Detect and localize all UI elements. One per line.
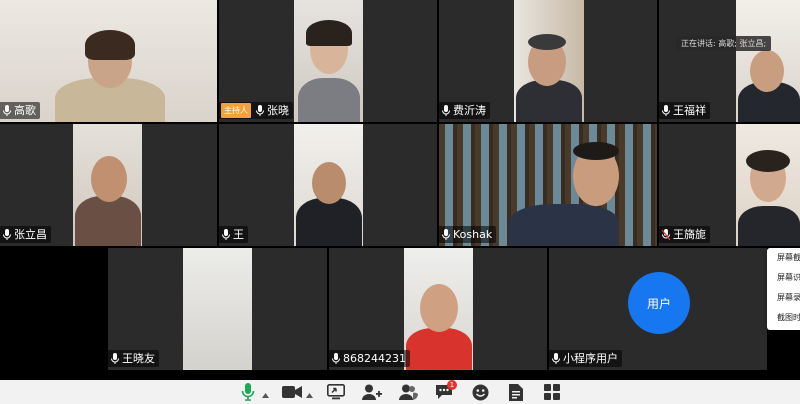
video-tile-868244231[interactable]: 868244231 [329,248,547,370]
participant-label: 主持人 张晓 [219,102,293,119]
participant-name: Koshak [453,228,493,241]
microphone-icon [331,352,341,365]
camera-options-button[interactable] [304,381,314,403]
participant-name: 费沂涛 [453,104,486,117]
document-button[interactable] [505,381,527,403]
video-tile-zhangxiao[interactable]: 主持人 张晓 [219,0,437,122]
menu-item-hide-on-screenshot[interactable]: 截图时隐藏 [767,308,800,328]
meeting-toolbar: 1 [0,380,800,404]
video-tile-gaoge[interactable]: 高歌 [0,0,217,122]
video-tile-wangxiaoyou[interactable]: 王晓友 [108,248,327,370]
participants-button[interactable] [397,381,419,403]
participant-label: 王 [219,226,248,243]
microphone-icon [255,104,265,117]
participant-video [73,124,142,246]
participant-video [294,124,363,246]
participant-name: 王 [233,228,244,241]
participant-label: 张立昌 [0,226,51,243]
speaking-indicator: 正在讲话: 高歌; 张立昌; [676,36,772,51]
participant-label: 王晓友 [108,350,159,367]
caret-up-icon [261,383,269,402]
participant-video [736,0,800,122]
participant-label: 王福祥 [659,102,710,119]
microphone-icon [110,352,120,365]
participant-label: 高歌 [0,102,40,119]
video-tile-wangfuxiang[interactable]: 王福祥 [659,0,800,122]
camera-icon [282,385,302,399]
participants-icon [398,384,418,400]
participant-label: 小程序用户 [549,350,622,367]
microphone-icon [2,104,12,117]
microphone-muted-icon [661,228,671,241]
reaction-icon [472,384,489,401]
apps-button[interactable] [541,381,563,403]
host-badge: 主持人 [221,103,251,118]
reaction-button[interactable] [469,381,491,403]
video-tile-koshak[interactable]: Koshak [439,124,657,246]
participant-video [183,248,252,370]
screenshot-context-menu: 屏幕截图 屏幕识别 屏幕录制 截图时隐藏 [767,248,800,330]
invite-icon [362,384,382,400]
participant-name: 高歌 [14,104,36,117]
participant-video [736,124,800,246]
video-tile-wang[interactable]: 王 [219,124,437,246]
participant-name: 王旖旎 [673,228,706,241]
menu-item-screen-record[interactable]: 屏幕录制 [767,288,800,308]
participant-label: 费沂涛 [439,102,490,119]
microphone-button[interactable] [237,381,259,403]
invite-button[interactable] [361,381,383,403]
camera-button[interactable] [281,381,303,403]
participant-name: 张晓 [267,104,289,117]
participant-video [514,0,584,122]
menu-item-screenshot[interactable]: 屏幕截图 [767,248,800,268]
microphone-icon [441,228,451,241]
chat-button[interactable]: 1 [433,380,457,403]
video-tile-zhanglichang[interactable]: 张立昌 [0,124,217,246]
video-tile-wangyini[interactable]: 王旖旎 [659,124,800,246]
microphone-options-button[interactable] [260,381,270,403]
microphone-icon [241,383,255,401]
video-tile-miniprogram-user[interactable]: 用户 小程序用户 [549,248,767,370]
participant-label: 王旖旎 [659,226,710,243]
participant-label: Koshak [439,226,497,243]
video-tile-feiyitao[interactable]: 费沂涛 [439,0,657,122]
participant-video [404,248,473,370]
participant-name: 张立昌 [14,228,47,241]
participant-name: 王福祥 [673,104,706,117]
participant-name: 王晓友 [122,352,155,365]
microphone-icon [661,104,671,117]
participant-label: 868244231 [329,350,410,367]
menu-item-screen-recognize[interactable]: 屏幕识别 [767,268,800,288]
document-icon [509,383,523,401]
avatar: 用户 [628,272,690,334]
caret-up-icon [305,383,313,402]
notification-badge: 1 [447,380,457,390]
share-screen-button[interactable] [325,381,347,403]
apps-icon [544,384,560,400]
share-screen-icon [327,384,345,400]
participant-name: 小程序用户 [563,352,618,365]
microphone-icon [551,352,561,365]
microphone-icon [221,228,231,241]
microphone-icon [2,228,12,241]
microphone-icon [441,104,451,117]
participant-name: 868244231 [343,352,406,365]
participant-video [294,0,363,122]
